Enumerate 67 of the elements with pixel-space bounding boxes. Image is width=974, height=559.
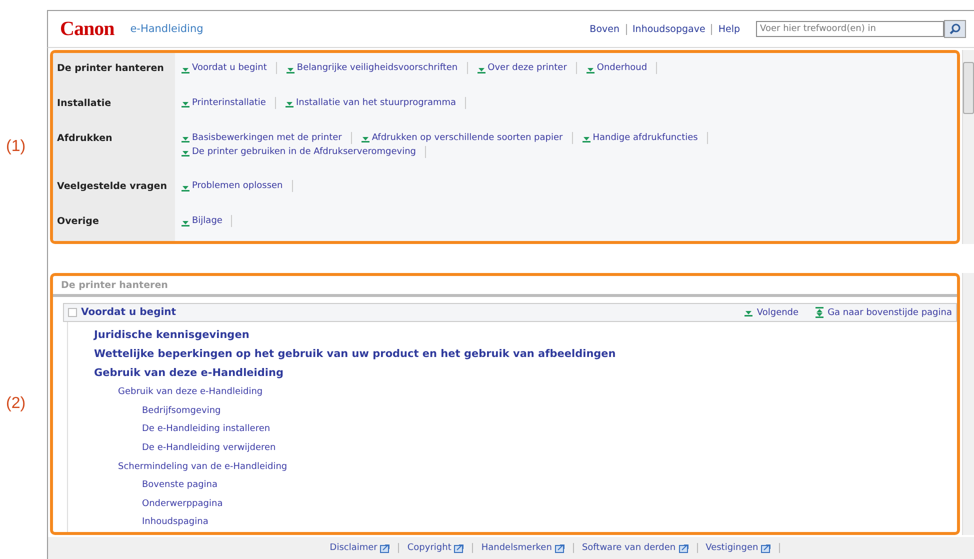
category-label: De printer hanteren xyxy=(53,53,175,88)
external-link-icon xyxy=(554,544,565,552)
callout-label: (1) xyxy=(6,138,26,156)
tree-link[interactable]: Bedrijfsomgeving xyxy=(142,402,221,420)
category-label: Afdrukken xyxy=(53,122,175,172)
square-icon xyxy=(68,308,77,318)
category-label: Installatie xyxy=(53,88,175,123)
header-link[interactable]: Help xyxy=(711,24,746,34)
external-link-icon xyxy=(380,544,390,552)
topic-heading: Voordat u begint xyxy=(81,307,176,318)
category-label: Veelgestelde vragen xyxy=(53,171,175,206)
topic-link[interactable]: Onderhoud xyxy=(596,63,648,73)
search-icon xyxy=(949,23,961,35)
tree-link[interactable]: Juridische kennisgevingen xyxy=(94,326,250,346)
page-nav-link[interactable]: Volgende xyxy=(756,308,799,318)
footer-link[interactable]: Disclaimer xyxy=(330,543,378,553)
footer-link[interactable]: Vestigingen xyxy=(706,543,758,553)
header-link[interactable]: Inhoudsopgave xyxy=(626,24,712,34)
tree-link[interactable]: Gebruik van deze e-Handleiding xyxy=(94,364,284,384)
down-arrow-icon xyxy=(181,66,190,74)
external-link-icon xyxy=(454,544,464,552)
down-arrow-icon xyxy=(476,66,486,74)
topic-link[interactable]: Bijlage xyxy=(192,216,222,226)
topic-link[interactable]: Installatie van het stuurprogramma xyxy=(296,98,456,108)
down-arrow-icon xyxy=(181,218,190,227)
down-arrow-icon xyxy=(586,66,595,74)
page-nav-link[interactable]: Ga naar bovenstijde pagina xyxy=(828,308,952,318)
down-arrow-icon xyxy=(181,100,190,108)
topic-link[interactable]: De printer gebruiken in de Afdrukserveromgeving xyxy=(192,146,416,157)
topic-link[interactable]: Printerinstallatie xyxy=(192,98,266,108)
search-field[interactable]: Voer hier trefwoord(en) in xyxy=(756,21,944,37)
topic-link[interactable]: Basisbewerkingen met de printer xyxy=(192,132,342,143)
topic-link[interactable]: Afdrukken op verschillende soorten papier xyxy=(372,132,563,143)
down-arrow-icon xyxy=(286,66,295,74)
tree-link[interactable]: De e-Handleiding installeren xyxy=(142,420,270,440)
tree-link[interactable]: De e-Handleiding verwijderen xyxy=(142,439,276,458)
tree-link[interactable]: Wettelijke beperkingen op het gebruik van uw product en het gebruik van afbeeldingen xyxy=(94,345,616,364)
topic-link[interactable]: Over deze printer xyxy=(488,63,567,73)
topic-link[interactable]: Problemen oplossen xyxy=(192,181,283,192)
top-arrow-icon xyxy=(814,307,824,318)
footer-link[interactable]: Handelsmerken xyxy=(481,543,552,553)
tree-link[interactable]: Bovenste pagina xyxy=(142,476,218,495)
topic-link[interactable]: Belangrijke veiligheidsvoorschriften xyxy=(296,63,458,73)
down-arrow-icon xyxy=(181,184,190,192)
tree-link[interactable]: Onderwerppagina xyxy=(142,494,223,514)
brand-logo: Canon xyxy=(60,18,114,40)
tree-link[interactable]: Inhoudspagina xyxy=(142,513,208,532)
down-arrow-icon xyxy=(284,100,294,108)
category-label: Overige xyxy=(53,206,175,241)
header-link[interactable]: Boven xyxy=(584,24,626,34)
footer-link[interactable]: Software van derden xyxy=(582,543,676,553)
down-arrow-icon xyxy=(181,135,190,144)
down-arrow-icon xyxy=(360,135,370,144)
topic-link[interactable]: Handige afdrukfuncties xyxy=(592,132,698,143)
down-arrow-icon xyxy=(582,135,591,144)
external-link-icon xyxy=(678,544,689,552)
search-button[interactable] xyxy=(944,20,966,38)
down-arrow-icon xyxy=(181,149,190,158)
footer-link[interactable]: Copyright xyxy=(407,543,452,553)
manual-title: e-Handleiding xyxy=(130,23,204,35)
external-link-icon xyxy=(761,544,772,552)
tree-link[interactable]: Gebruik van deze e-Handleiding xyxy=(118,383,263,402)
callout-label: (2) xyxy=(6,395,26,413)
section-title: De printer hanteren xyxy=(53,276,957,297)
down-arrow-icon xyxy=(744,308,753,317)
tree-link[interactable]: Schermindeling van de e-Handleiding xyxy=(118,458,288,476)
topic-link[interactable]: Voordat u begint xyxy=(192,63,267,73)
